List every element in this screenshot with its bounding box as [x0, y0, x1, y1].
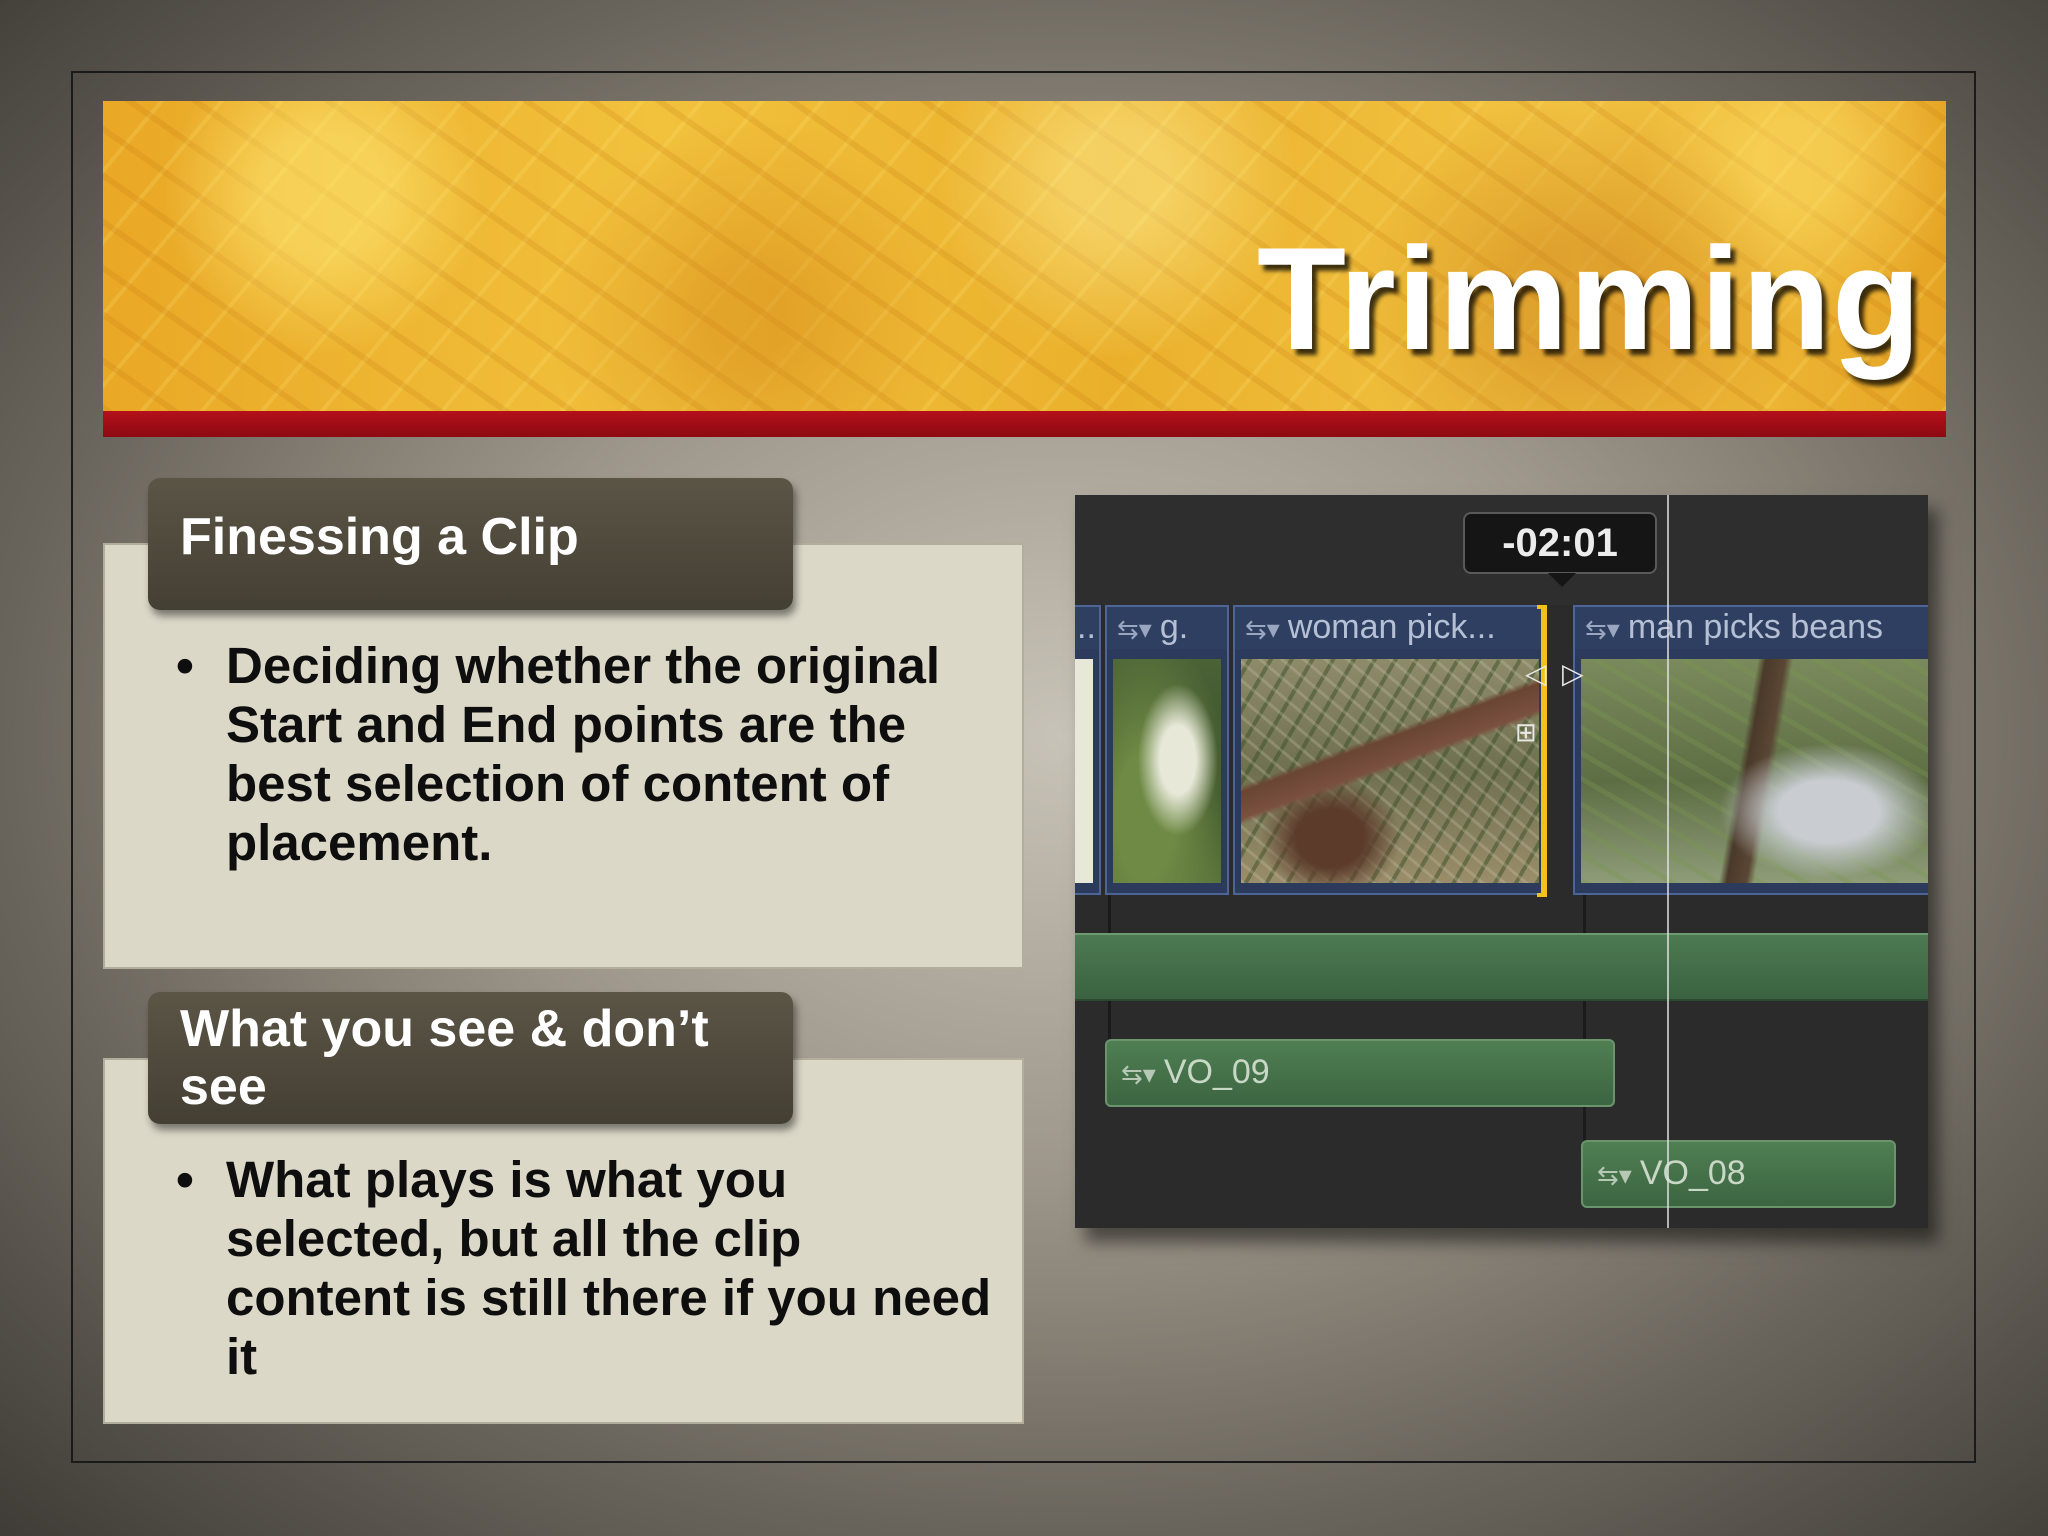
bullet-what-you-see: • What plays is what you selected, but a…: [176, 1150, 996, 1386]
clip-connector: [1583, 895, 1586, 935]
clip-menu-icon[interactable]: ⇆▾: [1597, 1160, 1632, 1190]
clip-woman-pick[interactable]: ⇆▾ woman pick...: [1233, 605, 1547, 895]
connected-clip-vo-09[interactable]: ⇆▾ VO_09: [1105, 1039, 1615, 1107]
clip-title: ⇆▾ g.: [1107, 607, 1227, 649]
clip-menu-icon[interactable]: ⇆▾: [1585, 614, 1620, 644]
clip-thumbnail: [1581, 659, 1928, 883]
trim-readout-pointer: [1548, 573, 1576, 587]
clip-menu-icon[interactable]: ⇆▾: [1245, 614, 1280, 644]
clip-title: ..: [1075, 607, 1099, 649]
slide-title: Trimming: [1256, 217, 1922, 380]
clip-thumbnail: [1113, 659, 1221, 883]
clip-title: ⇆▾ woman pick...: [1235, 607, 1545, 649]
trim-duration-readout: -02:01: [1463, 512, 1657, 574]
trim-left-arrow-icon: ◁: [1525, 658, 1547, 689]
section-heading-what-you-see: What you see & don’t see: [148, 992, 793, 1124]
bullet-dot: •: [176, 1151, 194, 1208]
clip-thumbnail: [1241, 659, 1539, 883]
trim-right-arrow-icon: ▷: [1562, 658, 1584, 689]
title-banner-bar: [103, 411, 1946, 437]
section-heading-finessing: Finessing a Clip: [148, 478, 793, 610]
trim-tool-icon: ⊞: [1515, 717, 1537, 747]
connected-clip-vo-08[interactable]: ⇆▾ VO_08: [1581, 1140, 1896, 1208]
clip-g[interactable]: ⇆▾ g.: [1105, 605, 1229, 895]
bullet-dot: •: [176, 637, 194, 694]
clip-title: ⇆▾ man picks beans: [1575, 607, 1928, 649]
timeline-screenshot: .. ⇆▾ g. ⇆▾ woman pick... ⇆▾ man picks bean…: [1075, 495, 1928, 1228]
clip-man-picks-beans[interactable]: ⇆▾ man picks beans: [1573, 605, 1928, 895]
bullet-text: What plays is what you selected, but all…: [226, 1151, 992, 1385]
clip-menu-icon[interactable]: ⇆▾: [1121, 1059, 1156, 1089]
clip-menu-icon[interactable]: ⇆▾: [1117, 614, 1152, 644]
trim-edit-point[interactable]: [1537, 605, 1547, 897]
clip-thumbnail: [1075, 659, 1093, 883]
clip-partial[interactable]: ..: [1075, 605, 1101, 895]
bullet-text: Deciding whether the original Start and …: [226, 637, 941, 871]
primary-storyline-audio[interactable]: [1075, 933, 1928, 1001]
playhead[interactable]: [1667, 495, 1669, 1228]
bullet-finessing: • Deciding whether the original Start an…: [176, 636, 976, 872]
